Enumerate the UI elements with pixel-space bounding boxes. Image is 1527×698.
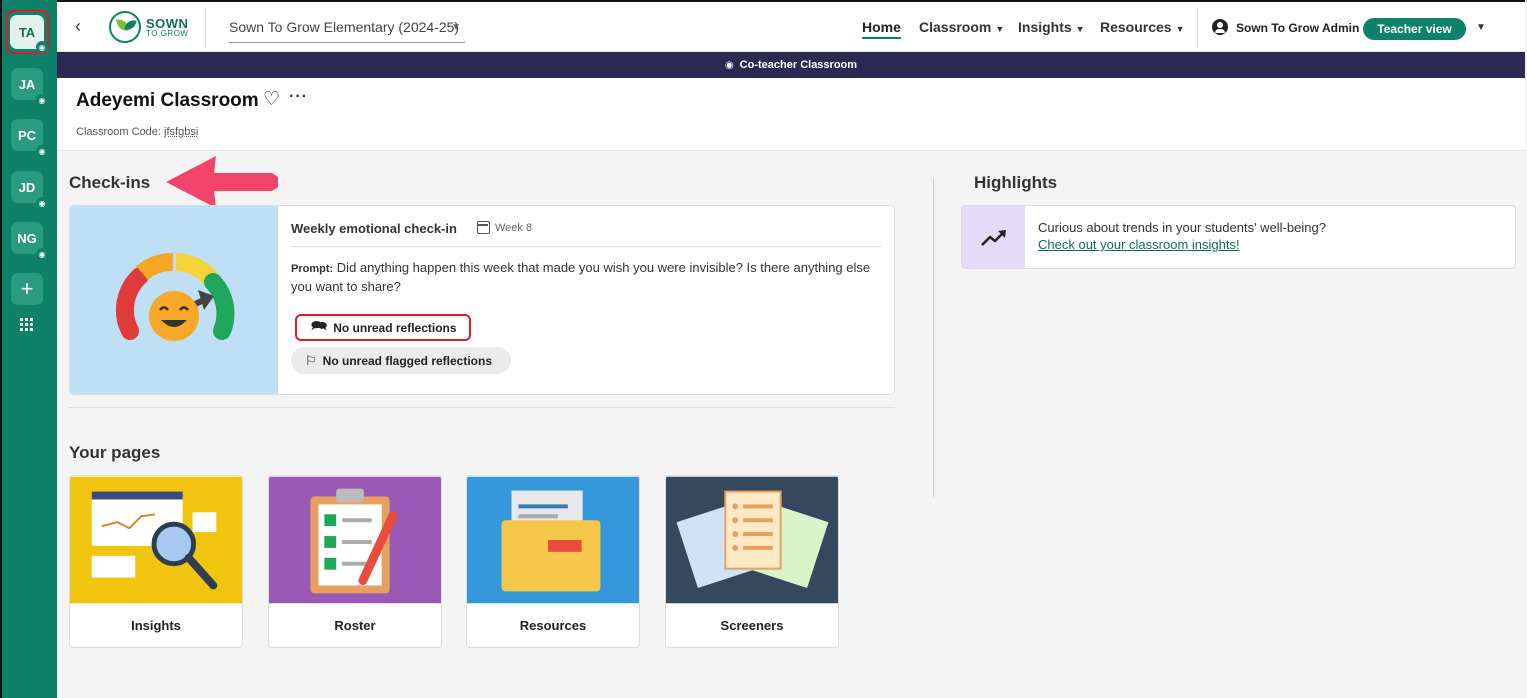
- teacher-view-badge[interactable]: Teacher view: [1363, 18, 1466, 40]
- nav-classroom[interactable]: Classroom ▼: [919, 19, 1004, 35]
- checkin-illustration: [70, 206, 278, 394]
- flagged-reflections-button[interactable]: ⚐ No unread flagged reflections: [291, 347, 511, 374]
- checkin-week: Week 8: [495, 222, 533, 234]
- nav-resources[interactable]: Resources ▼: [1100, 19, 1185, 35]
- classroom-header: Adeyemi Classroom ♡ ··· Classroom Code: …: [57, 78, 1525, 151]
- checkin-prompt: Prompt: Did anything happen this week th…: [291, 260, 871, 294]
- heart-icon[interactable]: ♡: [263, 88, 280, 111]
- caret-down-icon: ▼: [1175, 24, 1185, 34]
- trending-up-icon: [962, 206, 1025, 268]
- back-chevron-icon[interactable]: ‹: [75, 16, 81, 37]
- insights-illustration-icon: [70, 476, 242, 604]
- page-card-label: Resources: [519, 618, 587, 633]
- annotation-arrow: [166, 156, 278, 208]
- caret-down-icon: ▼: [1075, 24, 1085, 34]
- column-divider: [933, 177, 934, 497]
- school-year-select[interactable]: Sown To Grow Elementary (2024-25) ▼: [229, 13, 465, 43]
- page-card-resources[interactable]: Resources: [466, 475, 640, 648]
- account-menu-caret-icon[interactable]: ▼: [1476, 22, 1486, 33]
- page-card-roster[interactable]: Roster: [268, 475, 442, 648]
- nav-home[interactable]: Home: [862, 19, 901, 39]
- account-circle-icon[interactable]: [1212, 19, 1228, 35]
- logo-text-sub: TO GROW: [146, 28, 189, 38]
- classroom-code: Classroom Code: jfsfgbsi: [76, 126, 199, 138]
- screeners-papers-icon: [666, 476, 838, 604]
- page-title: Adeyemi Classroom: [76, 90, 259, 111]
- eye-icon: ◉: [36, 145, 48, 157]
- page-card-label: Screeners: [720, 618, 784, 633]
- divider: [69, 407, 895, 408]
- divider: [291, 246, 882, 247]
- caret-down-icon: ▼: [995, 24, 1005, 34]
- page-card-label: Insights: [131, 618, 181, 633]
- co-teacher-banner: ◉ Co-teacher Classroom: [57, 52, 1525, 78]
- classroom-insights-link[interactable]: Check out your classroom insights!: [1038, 236, 1326, 253]
- nav-insights[interactable]: Insights ▼: [1018, 19, 1085, 35]
- checkin-title[interactable]: Weekly emotional check-in: [291, 221, 457, 236]
- mood-gauge-icon: [115, 253, 235, 341]
- logo-text-main: SOWN: [146, 15, 189, 31]
- divider: [205, 10, 206, 46]
- eye-icon: ◉: [36, 94, 48, 106]
- user-name[interactable]: Sown To Grow Admin: [1236, 21, 1359, 35]
- page-card-insights[interactable]: Insights: [69, 475, 243, 648]
- eye-icon: ◉: [36, 197, 48, 209]
- more-options-icon[interactable]: ···: [289, 88, 308, 106]
- top-navigation: ‹ SOWN TO GROW Sown To Grow Elementary (…: [57, 0, 1525, 52]
- eye-icon: ◉: [36, 41, 48, 53]
- page-card-screeners[interactable]: Screeners: [665, 475, 839, 648]
- apps-grid-icon[interactable]: [20, 318, 33, 331]
- roster-clipboard-icon: [269, 476, 441, 604]
- caret-down-icon: ▼: [451, 22, 461, 33]
- unread-reflections-button[interactable]: 🗪 No unread reflections: [295, 314, 471, 341]
- calendar-icon: [477, 221, 490, 234]
- sprout-logo-icon: [109, 11, 141, 43]
- classroom-code-value[interactable]: jfsfgbsi: [164, 126, 198, 138]
- checkins-title: Check-ins: [69, 173, 151, 192]
- sown-to-grow-logo[interactable]: SOWN TO GROW: [109, 11, 188, 43]
- eye-icon: ◉: [724, 59, 734, 71]
- page-card-label: Roster: [334, 618, 376, 633]
- chat-bubbles-icon: 🗪: [311, 317, 328, 333]
- add-classroom-button[interactable]: +: [11, 273, 43, 305]
- eye-icon: ◉: [36, 248, 48, 260]
- highlight-text: Curious about trends in your students' w…: [1038, 220, 1326, 235]
- divider: [1197, 10, 1198, 46]
- highlights-title: Highlights: [974, 173, 1058, 192]
- classroom-rail: TA ◉ JA ◉ PC ◉ JD ◉ NG ◉ +: [0, 0, 57, 698]
- your-pages-title: Your pages: [69, 443, 161, 462]
- weekly-checkin-card[interactable]: Weekly emotional check-in Week 8 Prompt:…: [69, 205, 895, 395]
- resources-folder-icon: [467, 476, 639, 604]
- highlight-card: Curious about trends in your students' w…: [961, 205, 1516, 269]
- flag-icon: ⚐: [305, 352, 317, 368]
